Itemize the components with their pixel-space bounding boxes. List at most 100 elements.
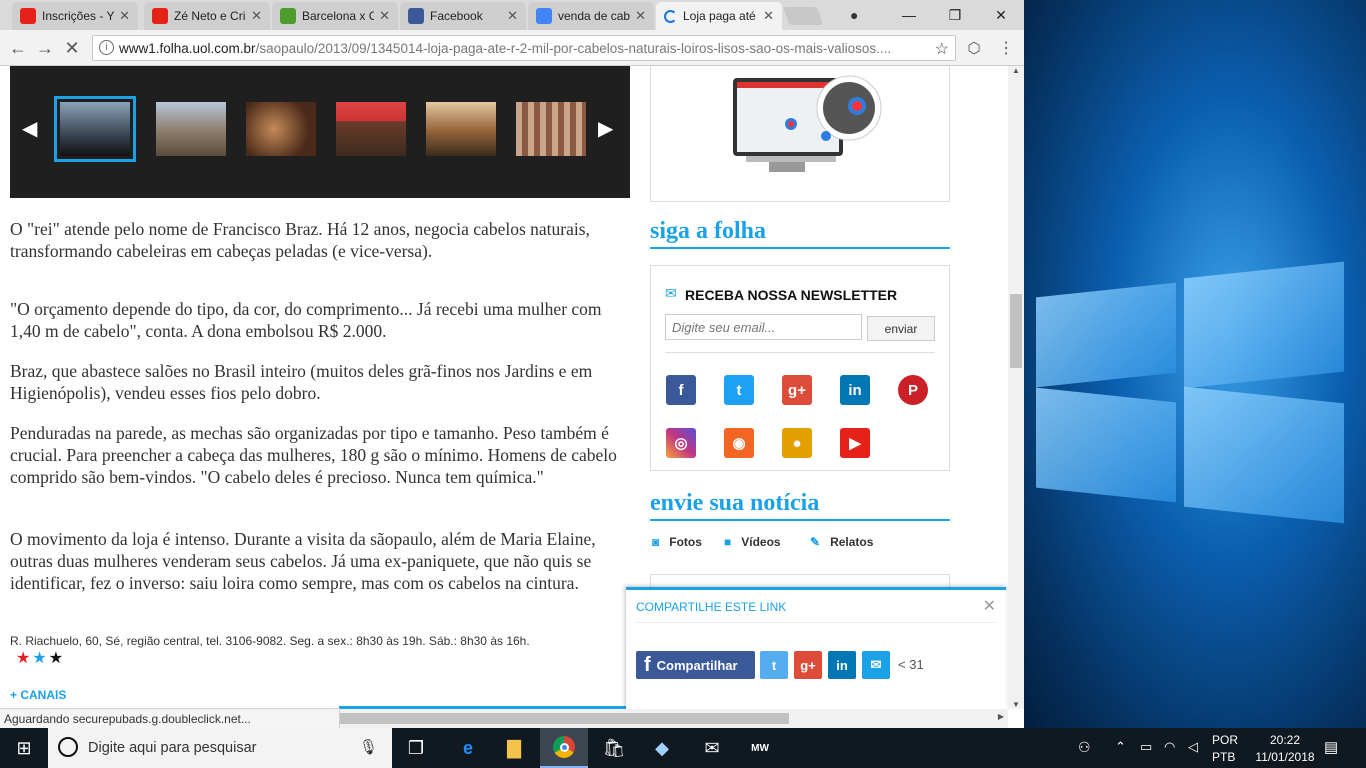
windows-logo-pane bbox=[1036, 282, 1176, 388]
more-channels-link[interactable]: + CANAIS bbox=[10, 688, 66, 702]
mail-icon[interactable]: ✉ bbox=[688, 728, 736, 768]
share-email-button[interactable]: ✉ bbox=[862, 651, 890, 679]
close-icon[interactable]: ✕ bbox=[251, 8, 262, 24]
language-indicator[interactable]: POR PTB bbox=[1212, 733, 1238, 764]
scroll-down-arrow[interactable]: ▼ bbox=[1012, 700, 1020, 709]
close-icon[interactable]: ✕ bbox=[983, 596, 996, 616]
tab-title: Zé Neto e Cristiano bbox=[174, 9, 246, 23]
linkedin-icon[interactable]: in bbox=[840, 375, 870, 405]
close-icon[interactable]: ✕ bbox=[507, 8, 518, 24]
menu-icon[interactable]: ⋮ bbox=[994, 36, 1018, 60]
gallery-thumb[interactable] bbox=[54, 96, 136, 162]
vertical-scrollbar[interactable]: ▲ ▼ bbox=[1008, 66, 1024, 709]
notifications-icon[interactable]: ▤ bbox=[1324, 738, 1338, 756]
close-icon[interactable]: ✕ bbox=[119, 8, 130, 24]
address-bar[interactable]: i www1.folha.uol.com.br/saopaulo/2013/09… bbox=[92, 35, 956, 61]
gallery-thumb[interactable] bbox=[336, 102, 406, 156]
share-count: < 31 bbox=[898, 657, 924, 672]
scroll-right-arrow[interactable]: ▶ bbox=[998, 712, 1004, 721]
instagram-icon[interactable]: ◎ bbox=[666, 428, 696, 458]
browser-tab[interactable]: Barcelona x Celta ✕ bbox=[272, 2, 398, 30]
browser-tab[interactable]: Facebook ✕ bbox=[400, 2, 526, 30]
facebook-icon[interactable]: f bbox=[666, 375, 696, 405]
3d-box-icon[interactable]: ◆ bbox=[638, 728, 686, 768]
tab-title: venda de cabelos bbox=[558, 9, 630, 23]
windows-logo-pane bbox=[1184, 261, 1344, 389]
pencil-icon: ✎ bbox=[810, 535, 821, 549]
send-videos-link[interactable]: ■ Vídeos bbox=[724, 535, 781, 549]
new-tab-button[interactable] bbox=[782, 7, 824, 25]
youtube-icon[interactable]: ▶ bbox=[840, 428, 870, 458]
store-icon[interactable]: 🛍 bbox=[590, 728, 638, 768]
people-icon[interactable]: ⚇ bbox=[1078, 739, 1091, 756]
back-button[interactable]: ← bbox=[6, 36, 30, 60]
horizontal-scroll-thumb[interactable] bbox=[339, 713, 789, 724]
facebook-icon: f bbox=[644, 653, 651, 676]
mw-app-icon[interactable]: MW bbox=[736, 728, 784, 768]
forward-button[interactable]: → bbox=[33, 36, 57, 60]
gallery-thumb[interactable] bbox=[426, 102, 496, 156]
chevron-up-icon[interactable]: ⌃ bbox=[1115, 739, 1126, 755]
vertical-scroll-thumb[interactable] bbox=[1010, 294, 1022, 368]
language-code: POR bbox=[1212, 733, 1239, 747]
rating-star: ★ bbox=[48, 650, 66, 667]
close-icon[interactable]: ✕ bbox=[379, 8, 390, 24]
gallery-thumb[interactable] bbox=[156, 102, 226, 156]
gallery-thumb[interactable] bbox=[516, 102, 586, 156]
info-icon[interactable]: i bbox=[99, 40, 114, 55]
bookmark-star-icon[interactable]: ☆ bbox=[934, 39, 949, 59]
volume-icon[interactable]: ◁ bbox=[1188, 739, 1198, 755]
scroll-up-arrow[interactable]: ▲ bbox=[1012, 66, 1020, 75]
clock[interactable]: 20:22 11/01/2018 bbox=[1248, 733, 1322, 764]
rating-stars: ★★★ bbox=[16, 648, 65, 668]
share-linkedin-button[interactable]: in bbox=[828, 651, 856, 679]
twitter-icon[interactable]: t bbox=[724, 375, 754, 405]
send-photos-link[interactable]: ◙ Fotos bbox=[652, 535, 702, 549]
rss-icon[interactable]: ◉ bbox=[724, 428, 754, 458]
ad-banner[interactable] bbox=[650, 66, 950, 202]
wifi-icon[interactable]: ◠ bbox=[1164, 739, 1175, 755]
gallery-next-arrow[interactable]: ▶ bbox=[598, 116, 613, 141]
url-domain: www1.folha.uol.com.br bbox=[119, 40, 256, 56]
browser-tab[interactable]: Loja paga até R$ 2 mil ✕ bbox=[656, 2, 782, 30]
minimize-button[interactable]: — bbox=[886, 0, 932, 30]
task-view-icon[interactable]: ❐ bbox=[392, 728, 440, 768]
taskbar-search-box[interactable]: Digite aqui para pesquisar 🎙 bbox=[48, 728, 392, 768]
chrome-icon[interactable] bbox=[540, 728, 588, 768]
battery-icon[interactable]: ▭ bbox=[1140, 739, 1152, 755]
share-facebook-button[interactable]: f Compartilhar bbox=[636, 651, 755, 679]
article-paragraph: Braz, que abastece salões no Brasil inte… bbox=[10, 361, 593, 403]
file-explorer-icon[interactable]: ▇ bbox=[490, 728, 538, 768]
extension-icon[interactable]: ⬡ bbox=[962, 36, 986, 60]
browser-tab[interactable]: venda de cabelos ✕ bbox=[528, 2, 654, 30]
uol-icon[interactable]: ● bbox=[782, 428, 812, 458]
article-paragraph: O "rei" atende pelo nome de Francisco Br… bbox=[10, 219, 590, 261]
stop-loading-button[interactable]: ✕ bbox=[60, 36, 84, 60]
newsletter-box: ✉ RECEBA NOSSA NEWSLETTER enviar ft g+ in P… bbox=[650, 265, 950, 471]
maximize-button[interactable]: ❐ bbox=[932, 0, 978, 30]
newsletter-submit-button[interactable]: enviar bbox=[867, 316, 935, 341]
gallery-thumb[interactable] bbox=[246, 102, 316, 156]
divider bbox=[636, 622, 996, 623]
gallery-prev-arrow[interactable]: ◀ bbox=[22, 116, 37, 141]
linkedin-icon: in bbox=[836, 657, 848, 673]
newsletter-email-input[interactable] bbox=[665, 314, 862, 340]
close-icon[interactable]: ✕ bbox=[763, 8, 774, 24]
close-window-button[interactable]: ✕ bbox=[978, 0, 1024, 30]
share-twitter-button[interactable]: t bbox=[760, 651, 788, 679]
start-button[interactable]: ⊞ bbox=[0, 728, 48, 768]
rating-star: ★ bbox=[32, 650, 49, 667]
chrome-logo bbox=[553, 736, 575, 758]
profile-icon[interactable]: ● bbox=[850, 7, 858, 23]
microphone-icon[interactable]: 🎙 bbox=[359, 738, 378, 756]
send-photos-label: Fotos bbox=[669, 535, 702, 549]
google-plus-icon[interactable]: g+ bbox=[782, 375, 812, 405]
browser-tab[interactable]: Inscrições - YouTube ✕ bbox=[12, 2, 138, 30]
edge-icon[interactable]: e bbox=[444, 728, 492, 768]
browser-tab[interactable]: Zé Neto e Cristiano ✕ bbox=[144, 2, 270, 30]
send-reports-link[interactable]: ✎ Relatos bbox=[810, 535, 873, 549]
pinterest-icon[interactable]: P bbox=[898, 375, 928, 405]
tab-title: Barcelona x Celta bbox=[302, 9, 374, 23]
share-google-plus-button[interactable]: g+ bbox=[794, 651, 822, 679]
close-icon[interactable]: ✕ bbox=[635, 8, 646, 24]
